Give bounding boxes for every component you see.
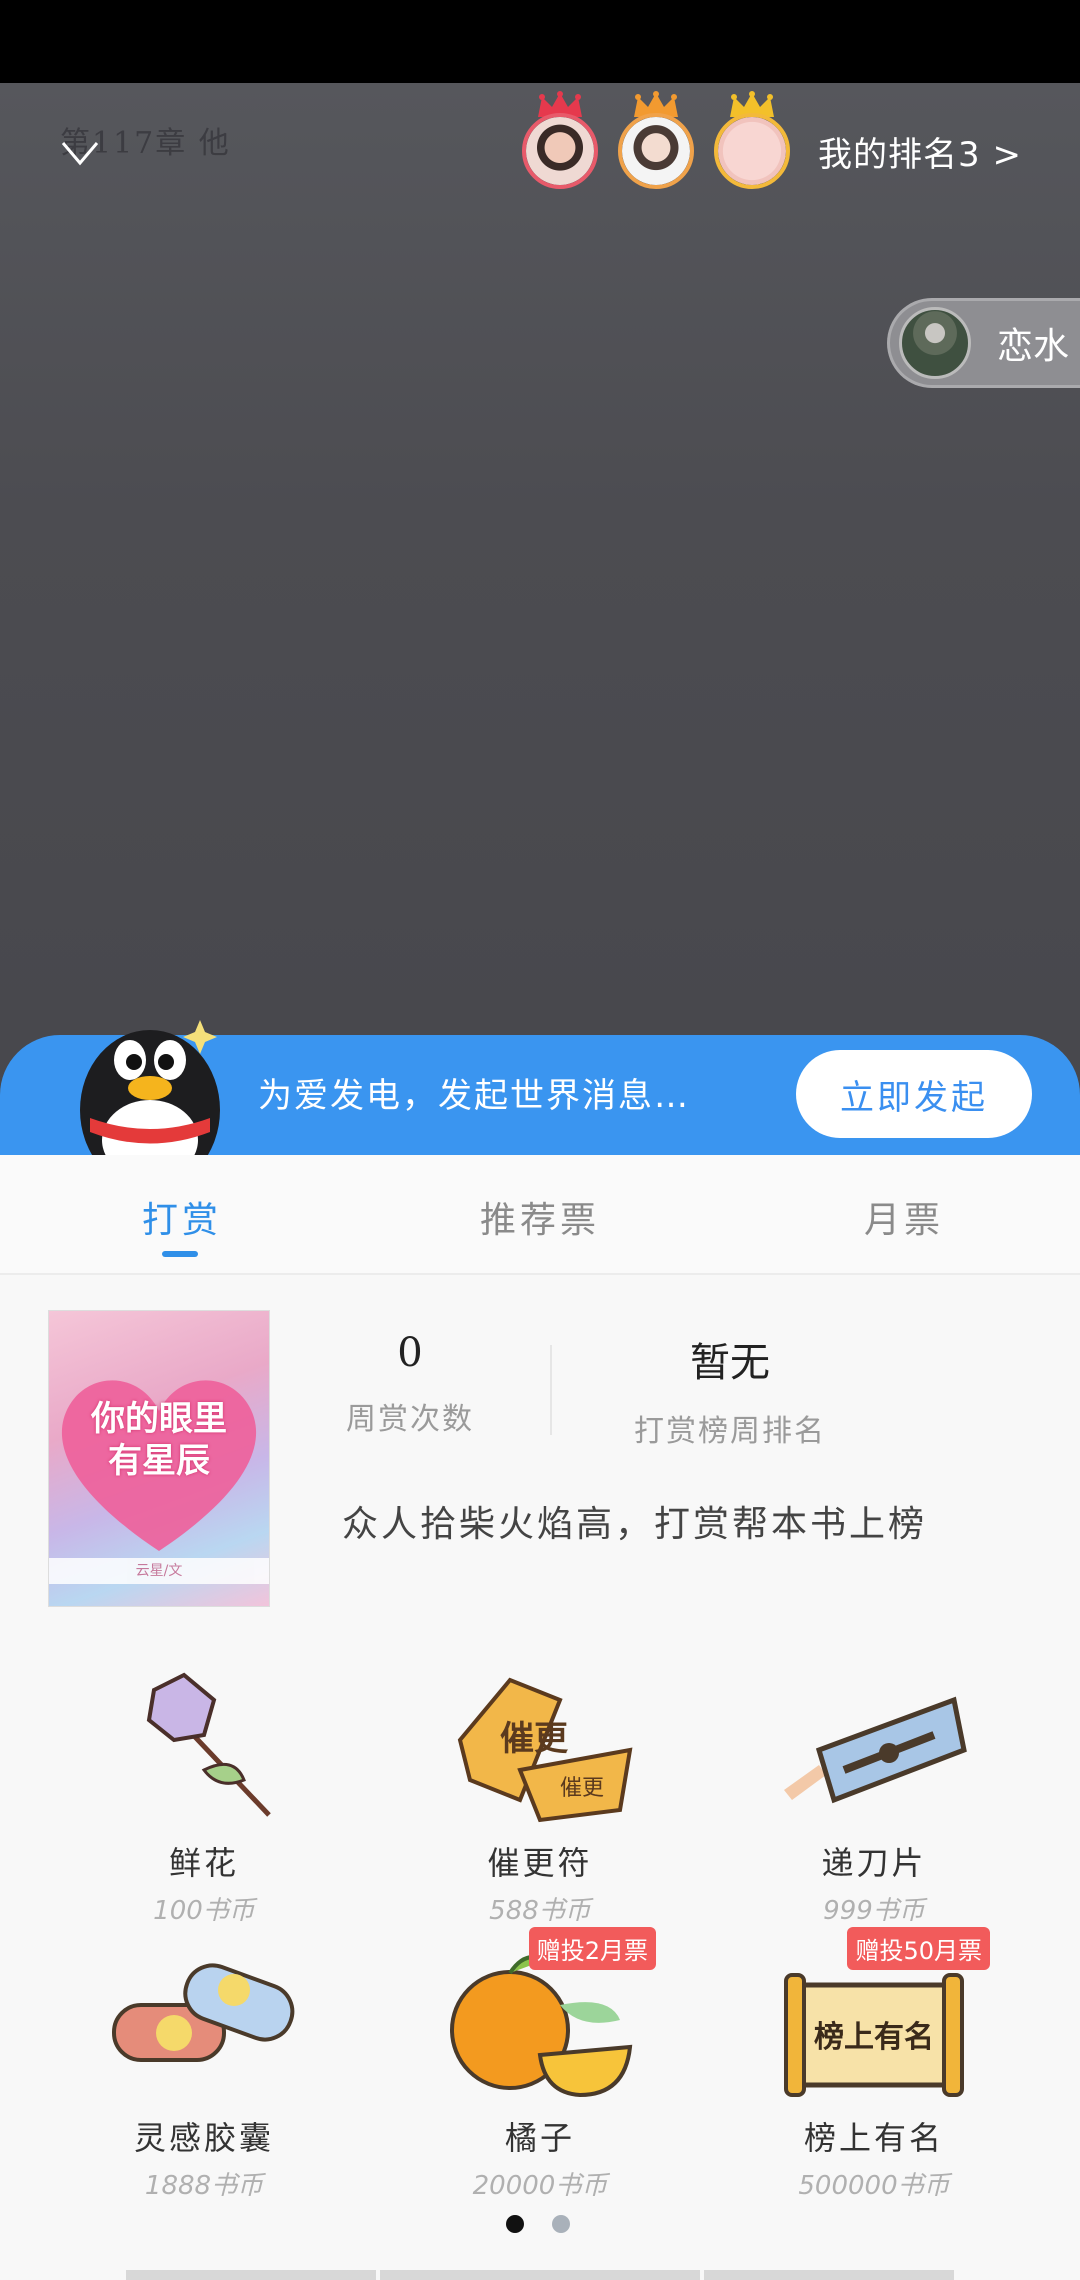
- gift-name: 鲜花: [168, 1844, 239, 1882]
- gift-rose[interactable]: 鲜花 100书币: [74, 1660, 334, 1927]
- cover-author: 云星/文: [49, 1558, 269, 1584]
- ranker-avatar-1[interactable]: [522, 91, 598, 189]
- talisman-icon: 催更 催更: [457, 1677, 633, 1823]
- tab-bar: 打赏 推荐票 月票: [0, 1155, 1080, 1275]
- cover-title-line2: 有星辰: [108, 1441, 210, 1481]
- weekly-count-value: 0: [397, 1330, 423, 1376]
- bottom-tab-strip: [126, 2270, 376, 2280]
- gift-inspiration-capsule[interactable]: 灵感胶囊 1888书币: [74, 1935, 334, 2202]
- gift-price: 100书币: [153, 1896, 255, 1926]
- page-indicator[interactable]: [506, 2215, 598, 2233]
- scroll-text: 榜上有名: [814, 2020, 934, 2055]
- talisman-small-text: 催更: [560, 1776, 604, 1801]
- gift-name: 递刀片: [821, 1844, 927, 1882]
- gift-bonus-badge: 赠投2月票: [528, 1927, 656, 1970]
- tab-monthly-ticket[interactable]: 月票: [864, 1191, 944, 1243]
- ranker-avatar-3[interactable]: [714, 91, 790, 189]
- gift-price: 20000书币: [472, 2171, 608, 2201]
- gift-name: 灵感胶囊: [133, 2119, 274, 2157]
- gift-blade[interactable]: 递刀片 999书币: [744, 1660, 1004, 1927]
- gift-bonus-badge: 赠投50月票: [847, 1927, 990, 1970]
- gift-sheet: 打赏 推荐票 月票 你的眼里 有星辰 云星/文 0 周赏次数 暂无 打赏榜周排名…: [0, 1155, 1080, 2280]
- weekly-rank-value: 暂无: [690, 1340, 770, 1386]
- stat-divider: [550, 1345, 552, 1435]
- active-tab-indicator: [162, 1251, 198, 1257]
- weekly-rank-label: 打赏榜周排名: [634, 1414, 826, 1449]
- bottom-tab-strip: [380, 2270, 700, 2280]
- bottom-tab-strip: [704, 2270, 954, 2280]
- page-dot[interactable]: [552, 2215, 570, 2233]
- avatar: [899, 307, 971, 379]
- collapse-chevron-icon[interactable]: [55, 128, 105, 178]
- gift-talisman[interactable]: 催更 催更 催更符 588书币: [410, 1660, 670, 1927]
- slogan-text: 众人拾柴火焰高，打赏帮本书上榜: [342, 1504, 928, 1545]
- launch-now-button[interactable]: 立即发起: [796, 1050, 1032, 1138]
- banner-text: 为爱发电，发起世界消息…: [258, 1076, 690, 1116]
- gift-orange[interactable]: 赠投2月票 橘子 20000书币: [410, 1927, 670, 2202]
- talisman-big-text: 催更: [500, 1719, 569, 1759]
- gift-name: 橘子: [504, 2119, 575, 2157]
- page-dot-active[interactable]: [506, 2215, 524, 2233]
- weekly-count-stat: 0 周赏次数: [330, 1330, 490, 1438]
- ranking-bar[interactable]: 我的排名3 >: [522, 91, 1022, 192]
- my-rank-link[interactable]: 我的排名3 >: [818, 127, 1022, 176]
- gift-on-the-list[interactable]: 榜上有名 赠投50月票 榜上有名 500000书币: [744, 1927, 1004, 2202]
- floating-user-name: 恋水: [997, 326, 1070, 367]
- gift-price: 588书币: [489, 1896, 591, 1926]
- rose-icon: [146, 1672, 271, 1817]
- floating-user-pill[interactable]: 恋水: [887, 298, 1080, 388]
- weekly-rank-stat: 暂无 打赏榜周排名: [610, 1330, 850, 1450]
- blade-icon: [784, 1696, 967, 1804]
- status-bar: [0, 0, 1080, 83]
- gift-price: 1888书币: [144, 2171, 264, 2201]
- gift-price: 999书币: [823, 1896, 925, 1926]
- gift-name: 榜上有名: [803, 2119, 944, 2157]
- gift-name: 催更符: [487, 1844, 593, 1882]
- tab-reward[interactable]: 打赏: [142, 1191, 222, 1243]
- ranker-avatar-2[interactable]: [618, 91, 694, 189]
- capsule-icon: [112, 1963, 295, 2062]
- reading-background: [0, 83, 1080, 1153]
- weekly-count-label: 周赏次数: [346, 1402, 474, 1437]
- qq-penguin-icon: [80, 1020, 220, 1160]
- book-cover[interactable]: 你的眼里 有星辰 云星/文: [48, 1310, 270, 1607]
- gift-price: 500000书币: [798, 2171, 950, 2201]
- tab-recommend-ticket[interactable]: 推荐票: [480, 1191, 600, 1243]
